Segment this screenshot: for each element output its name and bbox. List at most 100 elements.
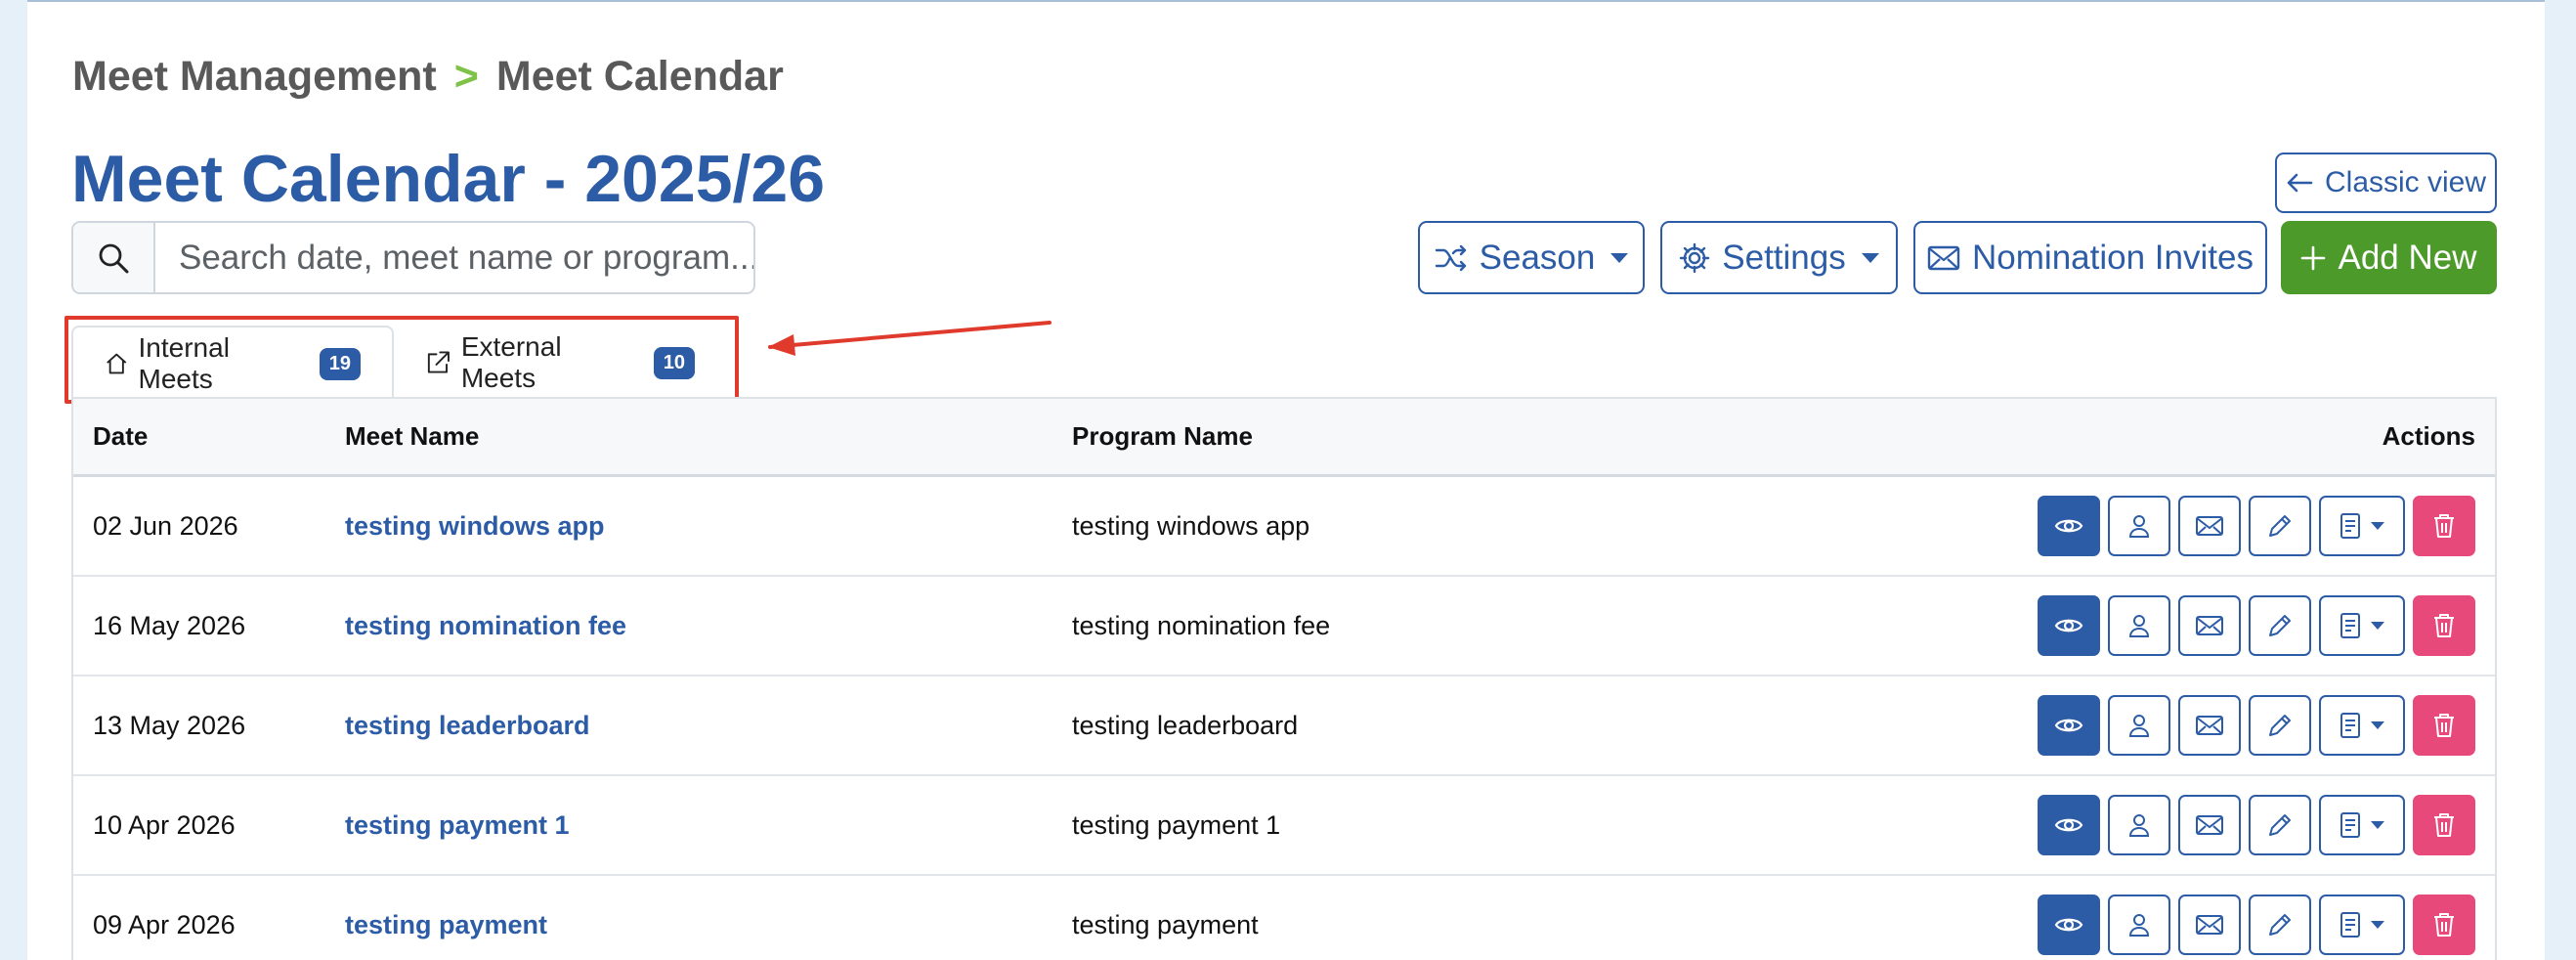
header-program-name[interactable]: Program Name	[1072, 421, 2036, 452]
arrow-left-icon	[2287, 173, 2313, 193]
row-actions	[2036, 595, 2495, 656]
chevron-down-icon	[2371, 821, 2384, 829]
meet-date: 09 Apr 2026	[93, 909, 236, 939]
edit-button[interactable]	[2249, 595, 2311, 656]
meet-name[interactable]: testing nomination fee	[345, 611, 626, 640]
document-dropdown-button[interactable]	[2319, 795, 2405, 855]
meet-name-link[interactable]: testing payment 1	[345, 810, 1072, 841]
document-dropdown-button[interactable]	[2319, 496, 2405, 556]
table-row: 10 Apr 2026 testing payment 1 testing pa…	[73, 776, 2495, 876]
meet-name[interactable]: testing payment	[345, 910, 547, 939]
meet-name[interactable]: testing windows app	[345, 511, 605, 541]
annotation-arrow	[768, 321, 1052, 356]
trash-icon	[2434, 714, 2454, 737]
document-icon	[2340, 812, 2360, 838]
envelope-icon	[2196, 915, 2223, 935]
envelope-icon	[2196, 815, 2223, 835]
view-button[interactable]	[2038, 795, 2100, 855]
delete-button[interactable]	[2413, 496, 2475, 556]
season-label: Season	[1479, 238, 1596, 277]
plus-icon	[2301, 245, 2326, 270]
nomination-invites-label: Nomination Invites	[1972, 238, 2254, 277]
edit-button[interactable]	[2249, 695, 2311, 756]
document-dropdown-button[interactable]	[2319, 595, 2405, 656]
user-button[interactable]	[2108, 496, 2170, 556]
pencil-icon	[2269, 914, 2291, 936]
document-dropdown-button[interactable]	[2319, 695, 2405, 756]
pencil-icon	[2269, 814, 2291, 836]
envelope-icon	[2196, 516, 2223, 536]
email-button[interactable]	[2178, 795, 2241, 855]
program-name: testing nomination fee	[1072, 610, 1331, 640]
header-actions: Actions	[2382, 421, 2475, 451]
user-icon	[2128, 814, 2150, 837]
table-row: 02 Jun 2026 testing windows app testing …	[73, 477, 2495, 577]
table-row: 09 Apr 2026 testing payment testing paym…	[73, 876, 2495, 960]
edit-button[interactable]	[2249, 496, 2311, 556]
program-name: testing payment 1	[1072, 809, 1281, 840]
search-icon	[73, 223, 155, 292]
table-row: 16 May 2026 testing nomination fee testi…	[73, 577, 2495, 676]
email-button[interactable]	[2178, 595, 2241, 656]
add-new-button[interactable]: Add New	[2281, 221, 2497, 294]
meets-table: Date Meet Name Program Name Actions 02 J…	[71, 397, 2497, 960]
pencil-icon	[2269, 615, 2291, 636]
season-dropdown-button[interactable]: Season	[1418, 221, 1645, 294]
email-button[interactable]	[2178, 695, 2241, 756]
page-title: Meet Calendar - 2025/26	[71, 142, 826, 216]
meet-date: 02 Jun 2026	[93, 510, 238, 541]
delete-button[interactable]	[2413, 695, 2475, 756]
meet-date: 10 Apr 2026	[93, 809, 236, 840]
view-button[interactable]	[2038, 595, 2100, 656]
table-body: 02 Jun 2026 testing windows app testing …	[73, 477, 2495, 960]
document-dropdown-button[interactable]	[2319, 895, 2405, 955]
pencil-icon	[2269, 515, 2291, 537]
search-input[interactable]	[155, 223, 753, 292]
header-meet-name[interactable]: Meet Name	[345, 421, 1072, 452]
breadcrumb: Meet Management > Meet Calendar	[72, 53, 784, 101]
meet-name-link[interactable]: testing nomination fee	[345, 611, 1072, 641]
trash-icon	[2434, 614, 2454, 637]
meet-date: 16 May 2026	[93, 610, 246, 640]
header-date[interactable]: Date	[73, 421, 345, 452]
trash-icon	[2434, 514, 2454, 538]
search-box	[71, 221, 755, 294]
user-button[interactable]	[2108, 895, 2170, 955]
row-actions	[2036, 496, 2495, 556]
meet-name[interactable]: testing payment 1	[345, 810, 570, 840]
breadcrumb-parent[interactable]: Meet Management	[72, 53, 437, 101]
meet-name-link[interactable]: testing payment	[345, 910, 1072, 940]
document-icon	[2340, 713, 2360, 738]
user-button[interactable]	[2108, 695, 2170, 756]
email-button[interactable]	[2178, 895, 2241, 955]
program-name: testing leaderboard	[1072, 710, 1299, 740]
edit-button[interactable]	[2249, 895, 2311, 955]
eye-icon	[2054, 519, 2083, 533]
envelope-icon	[2196, 716, 2223, 735]
meet-date: 13 May 2026	[93, 710, 246, 740]
gear-icon	[1680, 242, 1710, 273]
view-button[interactable]	[2038, 695, 2100, 756]
view-button[interactable]	[2038, 496, 2100, 556]
eye-icon	[2054, 818, 2083, 832]
settings-dropdown-button[interactable]: Settings	[1660, 221, 1898, 294]
delete-button[interactable]	[2413, 895, 2475, 955]
pencil-icon	[2269, 715, 2291, 736]
annotation-highlight-box	[64, 316, 739, 404]
user-icon	[2128, 715, 2150, 737]
breadcrumb-separator: >	[453, 53, 479, 100]
user-button[interactable]	[2108, 795, 2170, 855]
meet-name-link[interactable]: testing windows app	[345, 511, 1072, 542]
user-button[interactable]	[2108, 595, 2170, 656]
document-icon	[2340, 613, 2360, 638]
meet-name-link[interactable]: testing leaderboard	[345, 711, 1072, 741]
email-button[interactable]	[2178, 496, 2241, 556]
edit-button[interactable]	[2249, 795, 2311, 855]
nomination-invites-button[interactable]: Nomination Invites	[1913, 221, 2267, 294]
view-button[interactable]	[2038, 895, 2100, 955]
meet-name[interactable]: testing leaderboard	[345, 711, 590, 740]
classic-view-button[interactable]: Classic view	[2275, 153, 2497, 213]
delete-button[interactable]	[2413, 595, 2475, 656]
document-icon	[2340, 513, 2360, 539]
delete-button[interactable]	[2413, 795, 2475, 855]
